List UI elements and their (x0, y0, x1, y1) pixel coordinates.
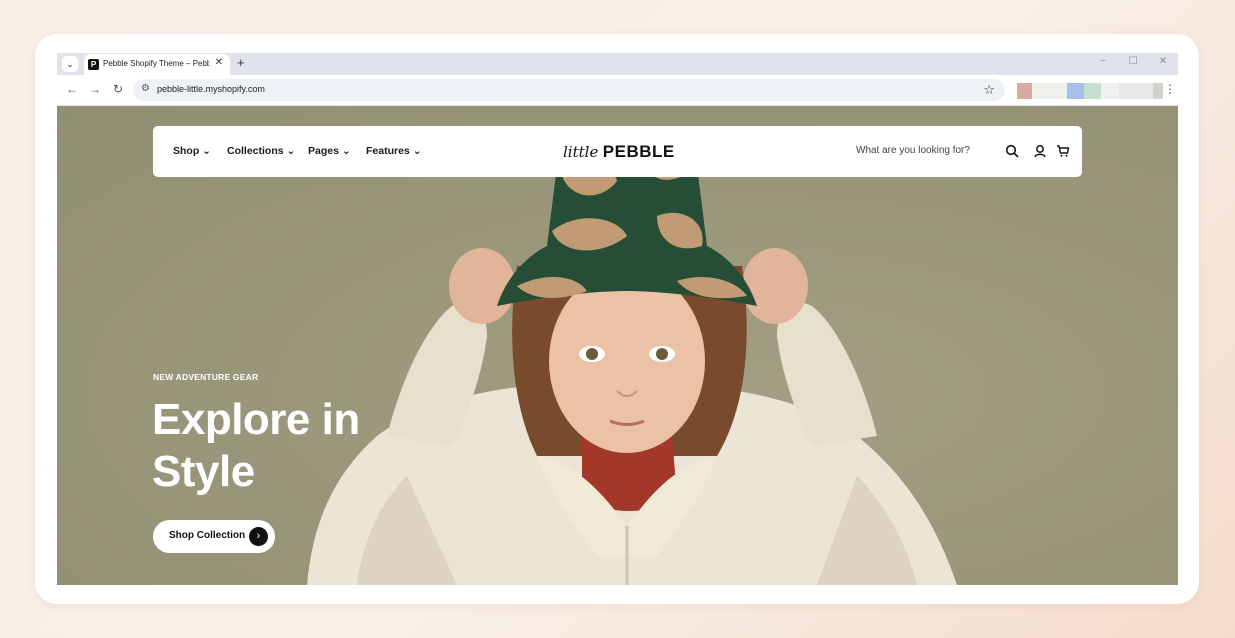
shop-collection-button[interactable]: Shop Collection › (153, 520, 275, 553)
bookmark-star-icon[interactable]: ☆ (983, 82, 995, 98)
browser-window: ⌄ P Pebble Shopify Theme – Pebble ✕ + − ☐… (57, 53, 1178, 585)
chevron-down-icon: ⌄ (202, 145, 211, 157)
browser-toolbar: ← → ↻ ⚙ pebble-little.myshopify.com ☆ ⋮ (57, 75, 1178, 106)
back-arrow-icon[interactable]: ← (66, 82, 78, 96)
store-header: Shop ⌄ Collections ⌄ Pages ⌄ Features ⌄ … (153, 126, 1082, 177)
account-icon[interactable] (1033, 144, 1047, 158)
window-close-button[interactable]: ✕ (1148, 56, 1178, 67)
extension-swatch[interactable] (1101, 83, 1119, 99)
nav-collections[interactable]: Collections ⌄ (227, 145, 295, 157)
search-icon[interactable] (1005, 144, 1019, 158)
browser-menu-icon[interactable]: ⋮ (1164, 82, 1176, 96)
browser-tab[interactable]: P Pebble Shopify Theme – Pebble ✕ (84, 54, 230, 75)
nav-shop[interactable]: Shop ⌄ (173, 145, 211, 157)
tab-title: Pebble Shopify Theme – Pebble (103, 59, 209, 68)
extension-swatch[interactable] (1017, 83, 1032, 99)
nav-features[interactable]: Features ⌄ (366, 145, 422, 157)
cart-icon[interactable] (1056, 144, 1070, 158)
maximize-button[interactable]: ☐ (1118, 56, 1148, 67)
tab-favicon-icon: P (88, 59, 99, 70)
address-bar[interactable]: ⚙ pebble-little.myshopify.com ☆ (133, 79, 1005, 101)
chevron-down-icon: ⌄ (412, 145, 422, 157)
hero-child-photo (307, 128, 957, 585)
store-logo[interactable]: little PEBBLE (563, 142, 675, 162)
chevron-down-icon: ⌄ (286, 145, 296, 157)
chevron-right-icon: › (249, 527, 268, 546)
reload-icon[interactable]: ↻ (113, 82, 123, 96)
new-tab-button[interactable]: + (237, 55, 245, 70)
cta-label: Shop Collection (169, 530, 246, 541)
tab-search-chevron-icon[interactable]: ⌄ (62, 56, 78, 72)
extension-swatch[interactable] (1084, 83, 1101, 99)
extension-swatch[interactable] (1067, 83, 1084, 99)
extension-swatch[interactable] (1032, 83, 1067, 99)
forward-arrow-icon[interactable]: → (89, 82, 101, 96)
tab-close-icon[interactable]: ✕ (215, 57, 223, 68)
window-controls: − ☐ ✕ (1088, 56, 1178, 67)
extension-swatch[interactable] (1119, 83, 1153, 99)
extension-swatch[interactable] (1153, 83, 1163, 99)
hero-banner: Shop ⌄ Collections ⌄ Pages ⌄ Features ⌄ … (57, 106, 1178, 585)
nav-pages[interactable]: Pages ⌄ (308, 145, 351, 157)
tab-strip: ⌄ P Pebble Shopify Theme – Pebble ✕ + − ☐… (57, 53, 1178, 75)
search-input[interactable]: What are you looking for? (856, 145, 970, 156)
chevron-down-icon: ⌄ (341, 145, 351, 157)
url-text[interactable]: pebble-little.myshopify.com (157, 84, 265, 94)
hero-eyebrow: NEW ADVENTURE GEAR (153, 372, 259, 382)
hero-headline: Explore in Style (152, 395, 360, 496)
minimize-button[interactable]: − (1088, 56, 1118, 67)
site-settings-icon[interactable]: ⚙ (141, 83, 150, 94)
